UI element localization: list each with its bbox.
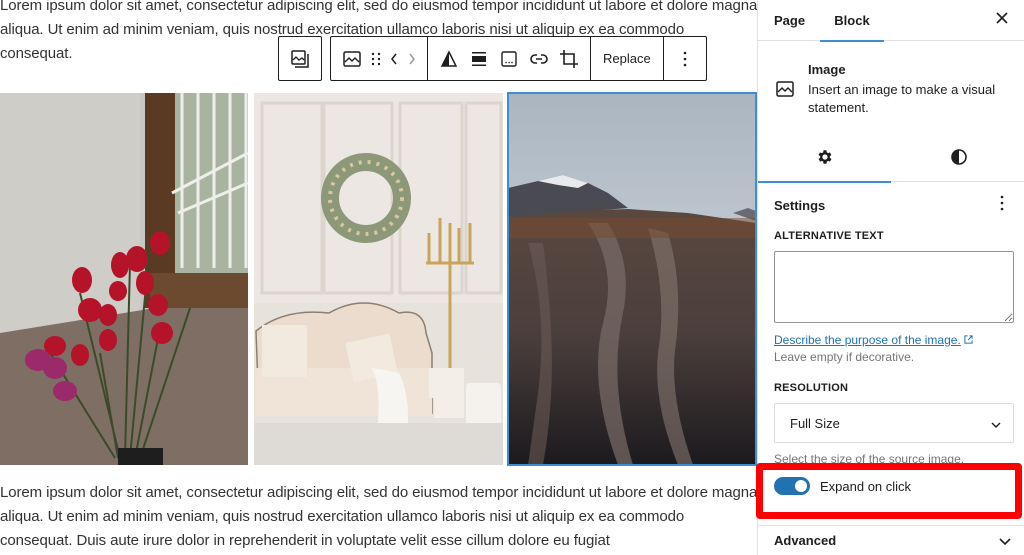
block-type-button[interactable] [337, 41, 367, 77]
external-link-icon [964, 333, 973, 347]
expand-on-click-toggle[interactable] [774, 477, 810, 495]
gallery-image-tulips[interactable] [0, 93, 248, 465]
move-left-icon [389, 52, 399, 66]
expand-on-click-label: Expand on click [820, 478, 912, 494]
tab-styles[interactable] [892, 136, 1024, 182]
more-options-icon [683, 51, 687, 67]
align-icon [470, 50, 488, 68]
block-description: Insert an image to make a visual stateme… [808, 82, 996, 115]
move-right-icon [407, 52, 417, 66]
chevron-down-icon [999, 532, 1011, 550]
select-parent-gallery-button[interactable] [285, 41, 315, 77]
align-button[interactable] [464, 41, 494, 77]
alt-text-help-link-label: Describe the purpose of the image. [774, 333, 961, 347]
settings-options-button[interactable] [992, 193, 1012, 217]
gallery-block[interactable] [0, 92, 757, 466]
tab-settings[interactable] [758, 136, 891, 183]
resolution-selected-value: Full Size [790, 415, 840, 431]
advanced-panel-toggle[interactable]: Advanced [758, 525, 1024, 555]
settings-panel-header: Settings [774, 193, 1012, 217]
advanced-label: Advanced [774, 533, 837, 548]
block-inspector-tabs [758, 136, 1024, 183]
crop-icon [559, 49, 579, 69]
settings-panel-title: Settings [774, 197, 826, 213]
settings-gear-icon [816, 148, 834, 171]
image-icon [342, 49, 362, 69]
gallery-image-interior[interactable] [254, 93, 503, 465]
settings-sidebar: Page Block Image Insert an image to make… [757, 0, 1024, 555]
duotone-icon [440, 49, 458, 68]
alt-text-label: Alternative Text [774, 230, 884, 242]
alt-text-help-link[interactable]: Describe the purpose of the image. [774, 333, 973, 347]
block-title: Image [808, 62, 846, 77]
link-button[interactable] [524, 41, 554, 77]
link-icon [529, 52, 549, 66]
gallery-image-mountain[interactable] [507, 92, 757, 466]
move-left-button[interactable] [385, 41, 403, 77]
drag-handle-icon [371, 51, 381, 67]
chevron-down-icon [991, 416, 1001, 431]
editor-canvas: Lorem ipsum dolor sit amet, consectetur … [0, 0, 757, 555]
alt-text-input[interactable] [774, 251, 1014, 323]
more-vertical-icon [1000, 195, 1004, 216]
sidebar-tabs: Page Block [758, 0, 1024, 42]
close-sidebar-button[interactable] [992, 10, 1012, 30]
block-controls-group: Replace [330, 36, 707, 81]
close-icon [996, 11, 1008, 29]
drag-handle[interactable] [367, 41, 385, 77]
tab-page[interactable]: Page [774, 0, 805, 41]
resolution-help: Select the size of the source image. [774, 452, 965, 466]
caption-icon [500, 50, 518, 68]
tab-block[interactable]: Block [820, 0, 884, 42]
alt-text-help: Leave empty if decorative. [774, 350, 915, 364]
caption-button[interactable] [494, 41, 524, 77]
more-options-button[interactable] [670, 41, 700, 77]
styles-contrast-icon [950, 148, 968, 171]
block-toolbar: Replace [278, 36, 707, 81]
replace-button[interactable]: Replace [597, 51, 657, 66]
move-right-button[interactable] [403, 41, 421, 77]
crop-button[interactable] [554, 41, 584, 77]
parent-selector-group [278, 36, 322, 81]
paragraph-block-bottom[interactable]: Lorem ipsum dolor sit amet, consectetur … [0, 481, 757, 553]
gallery-parent-icon [290, 49, 310, 69]
resolution-label: Resolution [774, 382, 849, 394]
duotone-button[interactable] [434, 41, 464, 77]
resolution-select[interactable]: Full Size [774, 403, 1014, 443]
expand-on-click-control: Expand on click [774, 477, 911, 495]
image-block-icon [775, 79, 795, 104]
